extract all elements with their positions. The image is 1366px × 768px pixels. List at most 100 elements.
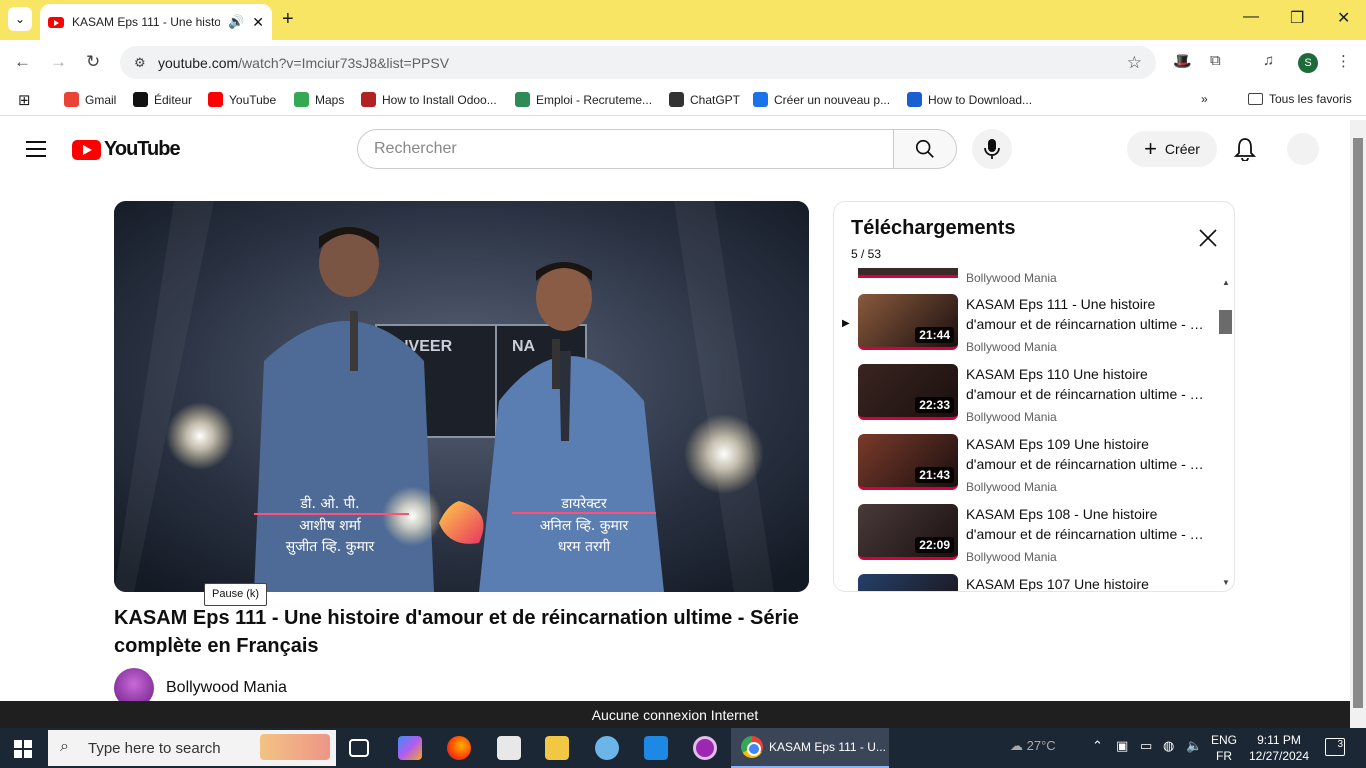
- playlist-thumbnail[interactable]: 22:09: [858, 504, 958, 560]
- page-scrollbar[interactable]: [1350, 120, 1366, 728]
- language-top: ENG: [1211, 733, 1238, 747]
- bookmark-item[interactable]: Gmail: [64, 92, 116, 107]
- chrome-icon: [741, 736, 763, 758]
- search-button[interactable]: [893, 129, 957, 169]
- playlist-scrollbar[interactable]: [1219, 310, 1232, 334]
- playlist-item-title: KASAM Eps 110 Une histoire: [966, 366, 1148, 382]
- playlist-thumbnail[interactable]: 22:33: [858, 364, 958, 420]
- video-title: KASAM Eps 111 - Une histoire d'amour et …: [114, 607, 799, 657]
- plus-icon: +: [1144, 136, 1157, 161]
- address-bar[interactable]: ⚙ youtube.com/watch?v=Imciur73sJ8&list=P…: [120, 46, 1156, 79]
- bookmark-label: Emploi - Recruteme...: [536, 92, 653, 107]
- bookmark-star-icon[interactable]: ☆: [1127, 53, 1142, 73]
- channel-name[interactable]: Bollywood Mania: [166, 679, 287, 697]
- previous-item-channel: Bollywood Mania: [966, 271, 1057, 285]
- app-icon[interactable]: [595, 736, 619, 760]
- playlist-thumbnail[interactable]: [858, 574, 958, 591]
- playlist-item[interactable]: KASAM Eps 107 Une histoire: [834, 574, 1234, 591]
- forward-button[interactable]: →: [50, 52, 67, 72]
- minimize-button[interactable]: —: [1243, 8, 1259, 26]
- notification-count: 3: [1337, 739, 1343, 750]
- page-scrollbar-thumb[interactable]: [1353, 138, 1363, 708]
- tray-chevron-icon[interactable]: ⌃: [1092, 738, 1103, 754]
- bookmark-item[interactable]: Éditeur: [133, 92, 192, 107]
- close-tab-icon[interactable]: ✕: [252, 14, 264, 31]
- media-control-icon[interactable]: ♫: [1263, 52, 1274, 69]
- firefox-icon[interactable]: [447, 736, 471, 760]
- notification-center-icon[interactable]: 3: [1325, 738, 1345, 756]
- extensions-icon[interactable]: ⧉: [1210, 52, 1221, 69]
- copilot-icon[interactable]: [398, 736, 422, 760]
- bookmark-item[interactable]: Emploi - Recruteme...: [515, 92, 652, 107]
- scroll-up-arrow-icon[interactable]: ▲: [1222, 278, 1230, 287]
- youtube-favicon-icon: [48, 16, 64, 28]
- more-bookmarks-icon[interactable]: »: [1201, 92, 1208, 106]
- youtube-logo[interactable]: YouTube: [72, 138, 181, 161]
- tab-search-button[interactable]: ⌄: [8, 7, 32, 31]
- playlist-item[interactable]: 22:33 KASAM Eps 110 Une histoire d'amour e…: [834, 364, 1234, 434]
- bookmark-item[interactable]: How to Download...: [907, 92, 1032, 107]
- chrome-menu-icon[interactable]: ⋮: [1336, 52, 1351, 70]
- vscode-icon[interactable]: [644, 736, 668, 760]
- language-indicator[interactable]: ENG FR: [1211, 732, 1237, 764]
- windows-start-icon[interactable]: [14, 740, 32, 758]
- close-window-button[interactable]: ✕: [1337, 8, 1350, 28]
- back-button[interactable]: ←: [14, 52, 31, 72]
- bookmark-favicon-icon: [753, 92, 768, 107]
- clock-date: 12/27/2024: [1248, 749, 1310, 763]
- tray-app-icon[interactable]: ▣: [1116, 738, 1128, 754]
- playlist-item[interactable]: 22:09 KASAM Eps 108 - Une histoire d'amour…: [834, 504, 1234, 574]
- taskbar-chrome-button[interactable]: KASAM Eps 111 - U...: [731, 728, 889, 768]
- bookmark-item[interactable]: ChatGPT: [669, 92, 740, 107]
- task-view-icon[interactable]: [349, 739, 369, 757]
- playlist-item[interactable]: ▶ 21:44 KASAM Eps 111 - Une histoire d'amou…: [834, 294, 1234, 364]
- incognito-icon[interactable]: 🎩: [1173, 52, 1192, 70]
- weather-widget[interactable]: ☁ 27°C: [1010, 738, 1056, 754]
- close-playlist-icon[interactable]: [1198, 228, 1218, 248]
- network-icon[interactable]: ◍: [1163, 738, 1174, 754]
- taskbar-chrome-label: KASAM Eps 111 - U...: [769, 740, 886, 754]
- voice-search-button[interactable]: [972, 129, 1012, 169]
- bookmark-favicon-icon: [64, 92, 79, 107]
- playlist-title: Téléchargements: [851, 217, 1016, 239]
- volume-icon[interactable]: 🔈: [1186, 738, 1202, 754]
- playlist-panel: Téléchargements 5 / 53 Bollywood Mania ▶…: [833, 201, 1235, 592]
- bookmark-label: Maps: [315, 92, 345, 107]
- apps-grid-icon[interactable]: ⊞: [18, 91, 31, 109]
- speaker-icon[interactable]: 🔊: [228, 14, 244, 30]
- taskbar-search-icon: ⌕: [60, 738, 69, 755]
- restore-button[interactable]: ❐: [1290, 8, 1304, 28]
- bookmark-item[interactable]: How to Install Odoo...: [361, 92, 497, 107]
- playlist-thumbnail[interactable]: 21:43: [858, 434, 958, 490]
- reload-button[interactable]: ↻: [86, 52, 100, 72]
- bookmark-item[interactable]: Maps: [294, 92, 344, 107]
- video-player[interactable]: NVEER NA डी. ओ. पी. आशीष शर्मा सुजीत व्ह…: [114, 201, 809, 592]
- playlist-item[interactable]: 21:43 KASAM Eps 109 Une histoire d'amour e…: [834, 434, 1234, 504]
- playlist-thumbnail[interactable]: 21:44: [858, 294, 958, 350]
- file-explorer-icon[interactable]: [545, 736, 569, 760]
- bookmark-item[interactable]: Créer un nouveau p...: [753, 92, 890, 107]
- language-bottom: FR: [1216, 749, 1232, 763]
- all-bookmarks-folder[interactable]: Tous les favoris: [1248, 92, 1352, 106]
- account-avatar[interactable]: [1287, 133, 1319, 165]
- profile-avatar[interactable]: S: [1298, 53, 1318, 73]
- search-input[interactable]: Rechercher: [357, 129, 894, 169]
- site-info-icon[interactable]: ⚙: [134, 55, 150, 71]
- playlist-item-title-line-2: d'amour et de réincarnation ultime - Sér…: [966, 316, 1206, 332]
- guide-menu-icon[interactable]: [26, 141, 46, 157]
- search-highlight-image: [260, 734, 330, 760]
- active-tab[interactable]: KASAM Eps 111 - Une histoire d'amour 🔊 ✕: [40, 4, 272, 40]
- bookmark-item[interactable]: YouTube: [208, 92, 276, 107]
- playlist-item-title-line-2: d'amour et de réincarnation ultime - Sér…: [966, 386, 1206, 402]
- bookmark-favicon-icon: [133, 92, 148, 107]
- previous-item-thumbnail[interactable]: [858, 268, 958, 278]
- calendar-app-icon[interactable]: [497, 736, 521, 760]
- notifications-bell-icon[interactable]: [1234, 137, 1256, 161]
- create-button[interactable]: + Créer: [1127, 131, 1217, 167]
- new-tab-button[interactable]: +: [282, 8, 294, 31]
- scroll-down-arrow-icon[interactable]: ▼: [1222, 578, 1230, 587]
- taskbar-clock[interactable]: 9:11 PM 12/27/2024: [1238, 732, 1320, 764]
- search-icon: [915, 139, 934, 158]
- battery-icon[interactable]: ▭: [1140, 738, 1152, 754]
- media-player-icon[interactable]: [693, 736, 717, 760]
